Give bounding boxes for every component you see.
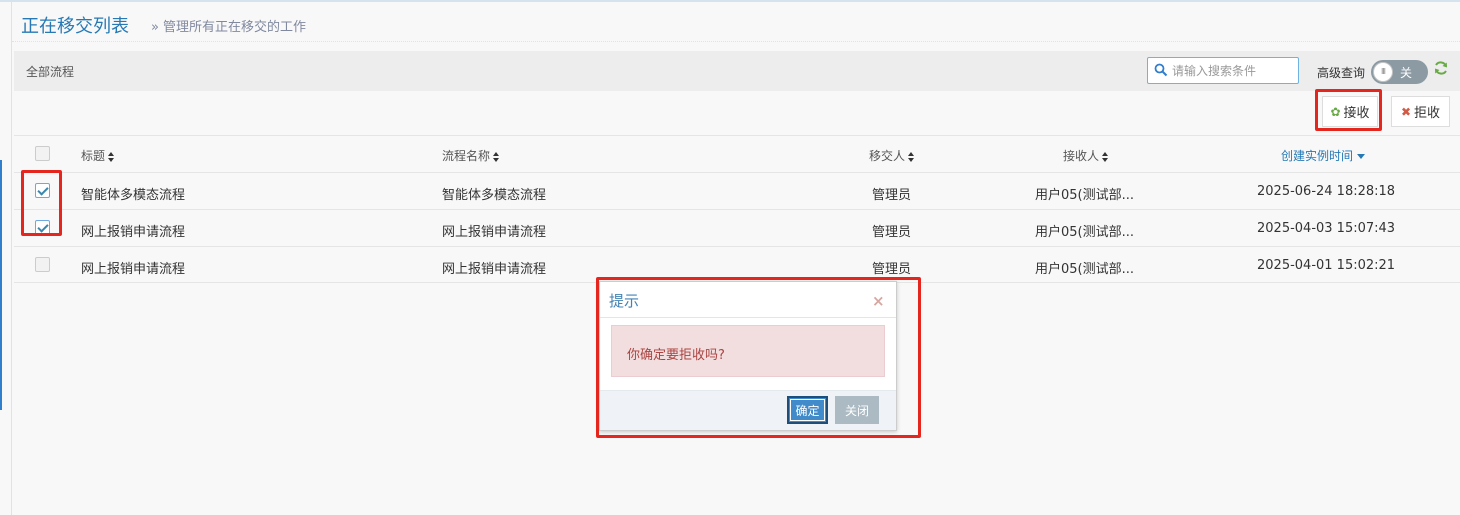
search-icon (1154, 63, 1168, 77)
row-checkbox[interactable] (35, 220, 50, 235)
cell-transferor: 管理员 (872, 262, 912, 277)
receive-button-label: 接收 (1343, 106, 1370, 121)
col-header-receiver[interactable]: 接收人 (1063, 147, 1109, 164)
sidebar-collapse-handle[interactable] (0, 160, 2, 410)
reject-button[interactable]: ✖ 拒收 (1391, 96, 1450, 127)
sort-icon (108, 151, 115, 162)
cell-flow-name: 智能体多模态流程 (442, 188, 547, 203)
table-row[interactable]: 网上报销申请流程 网上报销申请流程 管理员 用户05(测试部... 2025-0… (14, 209, 1460, 246)
dialog-footer: 确定 关闭 (600, 390, 896, 430)
toggle-knob: III (1373, 62, 1393, 82)
refresh-icon[interactable] (1433, 60, 1449, 76)
confirm-dialog: 提示 × 你确定要拒收吗? 确定 关闭 (599, 281, 897, 431)
toggle-state-label: 关 (1400, 66, 1413, 80)
page-subtitle-text: 管理所有正在移交的工作 (162, 20, 306, 35)
cell-title: 智能体多模态流程 (81, 188, 186, 203)
dialog-close-button[interactable]: 关闭 (835, 396, 879, 424)
cell-flow-name: 网上报销申请流程 (442, 225, 547, 240)
dialog-message: 你确定要拒收吗? (611, 325, 885, 377)
cell-title: 网上报销申请流程 (81, 262, 186, 277)
toolbar: 全部流程 高级查询 III 关 (14, 51, 1460, 91)
double-chevron-right-icon: » (151, 20, 159, 35)
cell-transferor: 管理员 (872, 188, 912, 203)
col-header-title-label: 标题 (81, 149, 106, 163)
col-header-title[interactable]: 标题 (81, 147, 115, 164)
col-header-transferor-label: 移交人 (869, 149, 906, 163)
col-header-flow-name-label: 流程名称 (442, 149, 491, 163)
select-all-checkbox[interactable] (35, 146, 50, 161)
page-title: 正在移交列表 (21, 16, 129, 37)
sort-icon (1102, 151, 1109, 162)
reject-button-label: 拒收 (1414, 106, 1441, 121)
page-header: 正在移交列表 » 管理所有正在移交的工作 (12, 2, 1460, 42)
advanced-search-toggle[interactable]: III 关 (1371, 60, 1428, 84)
page-subtitle: » 管理所有正在移交的工作 (151, 16, 306, 35)
col-header-flow-name[interactable]: 流程名称 (442, 147, 500, 164)
cell-title: 网上报销申请流程 (81, 225, 186, 240)
search-box[interactable] (1147, 57, 1299, 84)
cell-receiver: 用户05(测试部... (1035, 225, 1135, 240)
advanced-search-label: 高级查询 (1317, 66, 1366, 80)
row-checkbox[interactable] (35, 183, 50, 198)
sort-icon (908, 151, 915, 162)
cell-flow-name: 网上报销申请流程 (442, 262, 547, 277)
cell-receiver: 用户05(测试部... (1035, 188, 1135, 203)
cell-created: 2025-04-01 15:02:21 (1257, 258, 1396, 273)
close-icon: ✖ (1400, 104, 1412, 119)
close-icon[interactable]: × (872, 292, 885, 310)
col-header-receiver-label: 接收人 (1063, 149, 1100, 163)
cell-created: 2025-04-03 15:07:43 (1257, 221, 1396, 236)
col-header-transferor[interactable]: 移交人 (869, 147, 915, 164)
cell-transferor: 管理员 (872, 225, 912, 240)
toolbar-title: 全部流程 (26, 65, 75, 79)
sort-desc-icon (1357, 154, 1366, 159)
cell-receiver: 用户05(测试部... (1035, 262, 1135, 277)
sort-icon (493, 151, 500, 162)
table-row[interactable]: 智能体多模态流程 智能体多模态流程 管理员 用户05(测试部... 2025-0… (14, 172, 1460, 209)
row-checkbox[interactable] (35, 257, 50, 272)
confirm-button[interactable]: 确定 (787, 396, 828, 424)
table-header-row: 标题 流程名称 移交人 接收人 创建实例时间 (14, 135, 1460, 172)
dialog-divider (600, 317, 896, 318)
cell-created: 2025-06-24 18:28:18 (1257, 184, 1396, 199)
table-row[interactable]: 网上报销申请流程 网上报销申请流程 管理员 用户05(测试部... 2025-0… (14, 246, 1460, 283)
search-input[interactable] (1172, 61, 1296, 80)
sidebar-edge (11, 2, 12, 515)
dialog-title: 提示 (609, 292, 640, 310)
gear-icon: ✿ (1330, 104, 1341, 119)
receive-button[interactable]: ✿ 接收 (1322, 96, 1378, 127)
col-header-created[interactable]: 创建实例时间 (1281, 147, 1366, 164)
col-header-created-label: 创建实例时间 (1281, 149, 1354, 163)
